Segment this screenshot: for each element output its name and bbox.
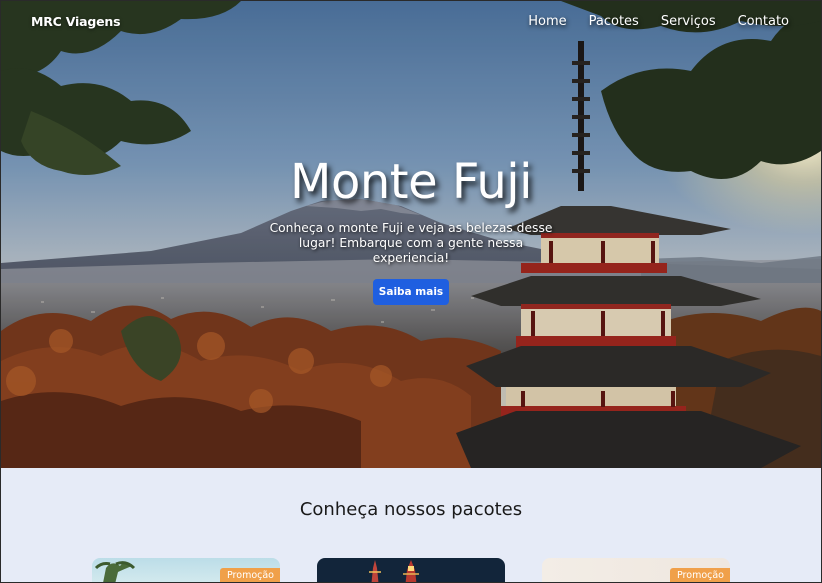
navbar: MRC Viagens Home Pacotes Serviços Contat… [1,1,821,41]
nav-link-pacotes[interactable]: Pacotes [589,14,639,29]
packages-title: Conheça nossos pacotes [299,499,523,520]
package-image [369,560,419,582]
saiba-mais-button[interactable]: Saiba mais [373,279,449,305]
brand-logo[interactable]: MRC Viagens [31,14,121,29]
nav-link-contato[interactable]: Contato [738,14,789,29]
package-card[interactable]: Promoção [542,558,730,582]
promo-badge: Promoção [670,568,730,582]
packages-section: Conheça nossos pacotes Promoção Promoção [1,468,821,582]
nav-link-servicos[interactable]: Serviços [661,14,716,29]
package-card[interactable]: Promoção [92,558,280,582]
page: MRC Viagens Home Pacotes Serviços Contat… [1,1,821,582]
package-card[interactable] [317,558,505,582]
nav-link-home[interactable]: Home [528,14,566,29]
promo-badge: Promoção [220,568,280,582]
nav-links: Home Pacotes Serviços Contato [528,14,789,29]
hero-title: Monte Fuji [290,154,532,210]
hero-section: MRC Viagens Home Pacotes Serviços Contat… [1,1,821,468]
hero-content: Monte Fuji Conheça o monte Fuji e veja a… [1,153,821,305]
hero-description: Conheça o monte Fuji e veja as belezas d… [269,221,553,265]
